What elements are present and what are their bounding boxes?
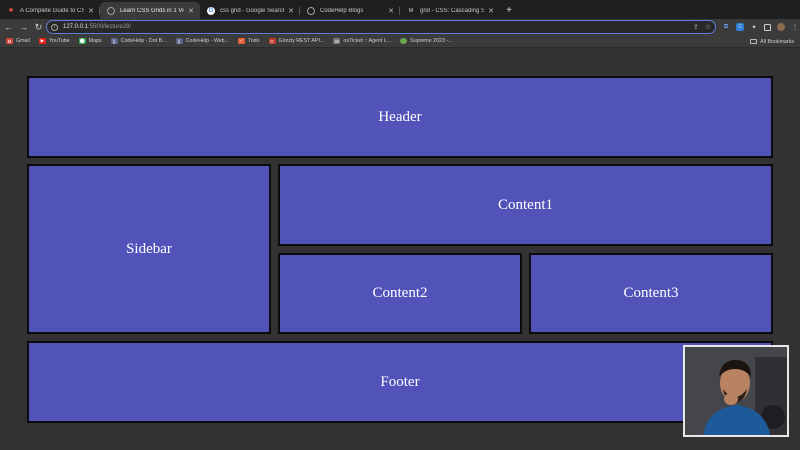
bookmark-grizzly[interactable]: G Grizzly REST API... [268, 38, 325, 44]
close-icon[interactable]: ✕ [388, 7, 394, 15]
bookmark-label: Grizzly REST API... [278, 38, 325, 44]
folder-icon [750, 39, 758, 44]
tab-learn-css-grids[interactable]: Learn CSS Grids in 1 Video ✕ [100, 2, 200, 19]
bookmark-star-icon[interactable]: ☆ [705, 23, 711, 31]
bookmark-label: osTicket :: Agent L... [343, 38, 392, 44]
globe-icon [307, 6, 315, 15]
browser-toolbar: ← → ↻ i 127.0.0.1:5500/lecture28/ ⇪ ☆ ⧉ … [0, 19, 800, 35]
address-bar[interactable]: i 127.0.0.1:5500/lecture28/ ⇪ ☆ [46, 20, 716, 34]
tab-strip: ✱ A Complete Guide to CSS Grid ✕ Learn C… [0, 0, 800, 19]
bookmark-label: CodeHelp - Web... [185, 38, 230, 44]
bookmark-gmail[interactable]: M Gmail [6, 38, 30, 44]
bookmark-youtube[interactable]: ▶ YouTube [38, 38, 70, 44]
bookmark-label: Gmail [16, 38, 30, 44]
bookmark-label: Todo [248, 38, 260, 44]
todo-icon: ✓ [238, 38, 246, 44]
person-on-camera-icon [685, 347, 787, 435]
content3-box: Content3 [529, 253, 773, 334]
close-icon[interactable]: ✕ [188, 7, 194, 15]
bookmark-label: YouTube [48, 38, 70, 44]
bookmark-codehelp-dotb[interactable]: {} CodeHelp - Dot B... [110, 38, 167, 44]
extensions-area: ⧉ C ✦ ⋮ [722, 19, 799, 35]
menu-kebab-icon[interactable]: ⋮ [791, 23, 799, 31]
bookmark-label: CodeHelp - Dot B... [120, 38, 167, 44]
bookmark-todo[interactable]: ✓ Todo [238, 38, 260, 44]
new-tab-button[interactable]: + [500, 2, 518, 19]
close-icon[interactable]: ✕ [488, 7, 494, 15]
all-bookmarks-label: All Bookmarks [760, 38, 794, 45]
bookmark-codehelp-web[interactable]: {} CodeHelp - Web... [175, 38, 230, 44]
bookmark-osticket[interactable]: W osTicket :: Agent L... [333, 38, 391, 44]
url-path: :5500/lecture28/ [88, 24, 132, 30]
bookmarks-bar: M Gmail ▶ YouTube ⬤ Maps {} CodeHelp - D… [0, 35, 800, 48]
back-arrow-icon[interactable]: ← [1, 22, 16, 32]
content1-box: Content1 [278, 164, 773, 246]
codehelp-icon: {} [110, 38, 118, 44]
puzzle-icon[interactable]: ✦ [750, 23, 758, 31]
grizzly-icon: G [268, 38, 276, 44]
url-host: 127.0.0.1 [63, 24, 89, 30]
gmail-icon: M [6, 38, 13, 44]
sidebar-box: Sidebar [27, 164, 271, 334]
sidepanel-icon[interactable] [764, 23, 771, 31]
globe-icon [107, 6, 115, 15]
bookmark-maps[interactable]: ⬤ Maps [78, 38, 102, 44]
asterisk-icon: ✱ [8, 8, 14, 14]
extension-icon[interactable]: C [736, 23, 744, 31]
codehelp-icon: {} [175, 38, 183, 44]
google-icon: G [207, 6, 215, 15]
extension-icon[interactable]: ⧉ [722, 23, 730, 31]
tab-title: CodeHelp Blogs [320, 7, 364, 14]
tab-mdn-grid[interactable]: M grid - CSS: Cascading Style S ✕ [400, 2, 500, 19]
bookmark-label: Maps [88, 38, 102, 44]
all-bookmarks-button[interactable]: All Bookmarks [750, 35, 794, 48]
forward-arrow-icon[interactable]: → [16, 22, 31, 32]
tab-title: css grid - Google Search [220, 7, 285, 14]
footer-box: Footer [27, 341, 773, 423]
profile-avatar[interactable] [777, 23, 785, 31]
bookmark-label: Supreme 2023 -... [410, 38, 453, 44]
content2-box: Content2 [278, 253, 522, 334]
tab-title: grid - CSS: Cascading Style S [420, 7, 485, 14]
tab-title: Learn CSS Grids in 1 Video [120, 7, 184, 14]
tab-google-search[interactable]: G css grid - Google Search ✕ [200, 2, 300, 19]
header-box: Header [27, 76, 773, 158]
share-icon[interactable]: ⇪ [693, 23, 699, 31]
tab-css-tricks-guide[interactable]: ✱ A Complete Guide to CSS Grid ✕ [0, 2, 100, 19]
tab-codehelp-blogs[interactable]: CodeHelp Blogs ✕ [300, 2, 400, 19]
maps-icon: ⬤ [78, 38, 86, 44]
youtube-icon: ▶ [38, 38, 46, 44]
mdn-icon: M [408, 7, 414, 14]
reload-icon[interactable]: ↻ [31, 22, 46, 33]
bookmark-supreme[interactable]: Supreme 2023 -... [400, 38, 453, 44]
close-icon[interactable]: ✕ [88, 7, 94, 15]
close-icon[interactable]: ✕ [288, 7, 294, 15]
supreme-icon [400, 38, 408, 44]
site-info-icon[interactable]: i [51, 23, 58, 31]
osticket-icon: W [333, 38, 341, 44]
webcam-overlay [683, 345, 789, 437]
page-viewport: Header Sidebar Content1 Content2 Content… [0, 49, 800, 450]
tab-title: A Complete Guide to CSS Grid [20, 7, 85, 14]
